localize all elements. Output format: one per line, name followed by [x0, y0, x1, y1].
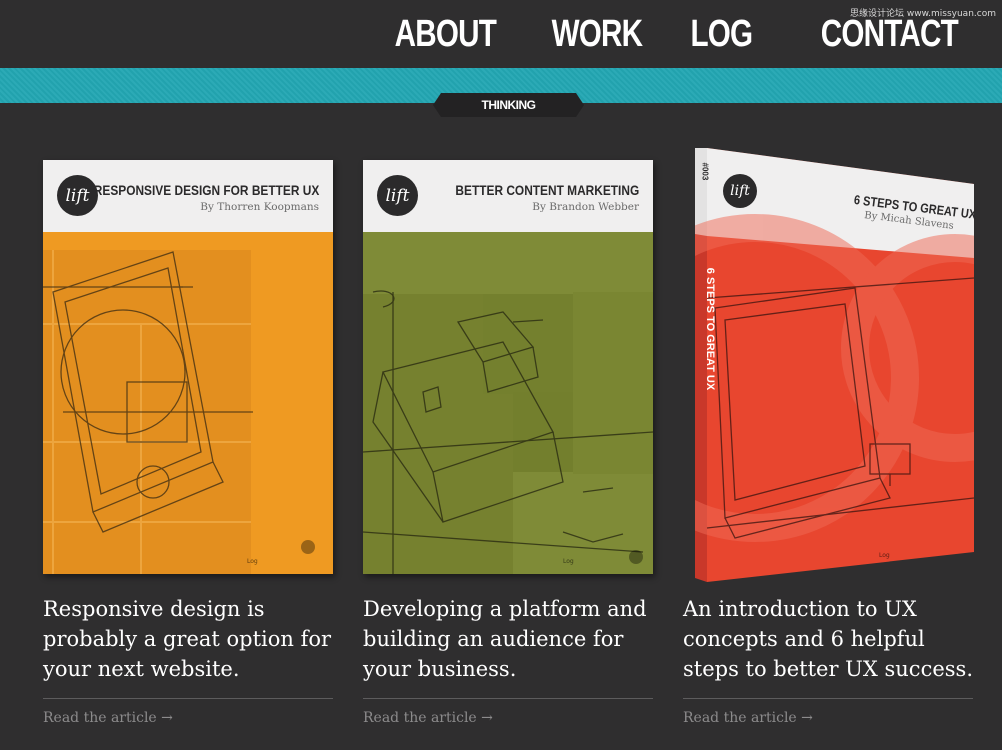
article-card-3: An introduction to UX concepts and 6 hel…: [683, 574, 975, 726]
lift-logo: lift: [57, 175, 98, 216]
divider: [43, 698, 333, 699]
read-article-link[interactable]: Read the article →: [683, 710, 813, 726]
book-cover-1[interactable]: lift RESPONSIVE DESIGN FOR BETTER UX By …: [43, 160, 333, 574]
book-cover-header: lift BETTER CONTENT MARKETING By Brandon…: [363, 160, 653, 232]
section-label: THINKING: [481, 98, 537, 112]
log-mark: Log: [879, 552, 890, 559]
article-description: Developing a platform and building an au…: [363, 597, 647, 681]
log-mark: Log: [247, 558, 258, 565]
book-author: By Thorren Koopmans: [200, 201, 319, 213]
divider: [683, 698, 973, 699]
book-illustration: Log: [43, 232, 333, 574]
nav-about[interactable]: ABOUT: [395, 12, 497, 56]
book-illustration: Log: [363, 232, 653, 574]
log-mark: Log: [563, 558, 574, 565]
book-cover-header: lift RESPONSIVE DESIGN FOR BETTER UX By …: [43, 160, 333, 232]
spine-issue-number: #003: [700, 162, 710, 181]
spine-title: 6 STEPS TO GREAT UX: [704, 267, 716, 391]
mini-logo-icon: [629, 550, 643, 564]
article-description: Responsive design is probably a great op…: [43, 597, 332, 681]
book-author: By Brandon Webber: [532, 201, 639, 213]
book-title: BETTER CONTENT MARKETING: [455, 182, 639, 198]
read-article-link[interactable]: Read the article →: [363, 710, 493, 726]
mini-logo-icon: [301, 540, 315, 554]
lift-logo: lift: [377, 175, 418, 216]
book-title: RESPONSIVE DESIGN FOR BETTER UX: [93, 182, 319, 198]
watermark: 思缘设计论坛 www.missyuan.com: [850, 9, 996, 19]
article-card-1: lift RESPONSIVE DESIGN FOR BETTER UX By …: [43, 160, 335, 726]
book-cover-2[interactable]: lift BETTER CONTENT MARKETING By Brandon…: [363, 160, 653, 574]
article-card-2: lift BETTER CONTENT MARKETING By Brandon…: [363, 160, 655, 726]
nav-work[interactable]: WORK: [552, 12, 644, 56]
nav-log[interactable]: LOG: [690, 12, 753, 56]
lift-logo: lift: [723, 174, 757, 208]
section-ribbon: THINKING: [433, 93, 584, 117]
book-cover-3[interactable]: lift 6 STEPS TO GREAT UX By Micah Slaven…: [695, 148, 977, 582]
site-header: ABOUT WORK LOG CONTACT 思缘设计论坛 www.missyu…: [0, 0, 1002, 68]
read-article-link[interactable]: Read the article →: [43, 710, 173, 726]
article-description: An introduction to UX concepts and 6 hel…: [683, 597, 973, 681]
divider: [363, 698, 653, 699]
